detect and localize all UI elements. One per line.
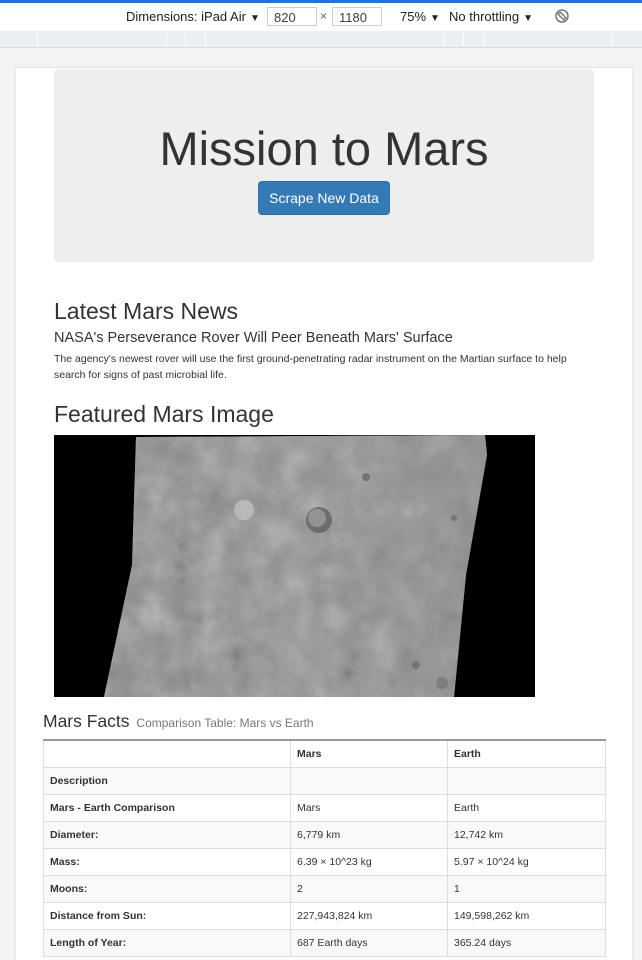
table-cell: Distance from Sun: — [43, 901, 291, 930]
table-cell: 687 Earth days — [290, 928, 448, 957]
devtools-device-toolbar: Dimensions: iPad Air ▼ 820 × 1180 75% ▼ No… — [0, 3, 642, 31]
table-cell: 6.39 × 10^23 kg — [290, 847, 448, 876]
table-cell: 2 — [290, 874, 448, 903]
jumbotron: Mission to Mars Scrape New Data — [54, 69, 594, 262]
zoom-label: 75% — [400, 9, 427, 24]
table-cell: Mass: — [43, 847, 291, 876]
table-cell: 149,598,262 km — [447, 901, 606, 930]
table-row: Diameter: 6,779 km 12,742 km — [43, 820, 606, 849]
table-row: Moons: 2 1 — [43, 874, 606, 903]
height-input[interactable]: 1180 — [332, 7, 382, 26]
device-selector-label: Dimensions: iPad Air — [126, 9, 246, 24]
ruler-tick — [611, 33, 612, 45]
emulated-page-viewport: Mission to Mars Scrape New Data Latest M… — [16, 68, 632, 960]
throttling-selector[interactable]: No throttling ▼ — [449, 9, 533, 24]
ruler-tick — [443, 33, 444, 45]
news-title: NASA's Perseverance Rover Will Peer Bene… — [54, 330, 453, 346]
table-row: Distance from Sun: 227,943,824 km 149,59… — [43, 901, 606, 930]
table-cell: 6,779 km — [290, 820, 448, 849]
facts-heading: Mars Facts Comparison Table: Mars vs Ear… — [43, 711, 314, 732]
table-cell: 12,742 km — [447, 820, 606, 849]
table-cell: Description — [43, 766, 291, 795]
ruler-tick — [185, 33, 186, 45]
news-heading: Latest Mars News — [54, 298, 239, 324]
featured-mars-image[interactable] — [54, 435, 535, 697]
table-cell: 5.97 × 10^24 kg — [447, 847, 606, 876]
table-header-cell: Mars — [290, 739, 448, 768]
table-header-cell — [43, 739, 291, 768]
table-cell: 1 — [447, 874, 606, 903]
table-cell: 365.24 days — [447, 928, 606, 957]
facts-table: Mars Earth Description Mars - Earth Comp… — [43, 739, 606, 957]
ruler-tick — [483, 33, 484, 45]
facts-subtitle: Comparison Table: Mars vs Earth — [136, 716, 314, 730]
scrape-button[interactable]: Scrape New Data — [258, 181, 390, 215]
table-cell — [290, 766, 448, 795]
page-title: Mission to Mars — [159, 122, 489, 175]
table-cell: Earth — [447, 793, 606, 822]
device-selector[interactable]: Dimensions: iPad Air ▼ — [126, 9, 260, 24]
table-row: Description — [43, 766, 606, 795]
rotate-icon[interactable] — [555, 9, 569, 23]
throttling-label: No throttling — [449, 9, 520, 24]
ruler-tick — [166, 33, 167, 45]
mars-surface-image — [54, 435, 535, 697]
table-row: Length of Year: 687 Earth days 365.24 da… — [43, 928, 606, 957]
news-paragraph: The agency's newest rover will use the f… — [54, 353, 567, 381]
featured-heading: Featured Mars Image — [54, 401, 274, 427]
width-input[interactable]: 820 — [267, 7, 317, 26]
table-row: Mars - Earth Comparison Mars Earth — [43, 793, 606, 822]
table-header-row: Mars Earth — [43, 739, 606, 768]
table-cell — [447, 766, 606, 795]
dimension-separator: × — [320, 9, 328, 23]
table-cell: Mars - Earth Comparison — [43, 793, 291, 822]
zoom-selector[interactable]: 75% ▼ — [400, 9, 440, 24]
ruler-tick — [205, 33, 206, 45]
table-row: Mass: 6.39 × 10^23 kg 5.97 × 10^24 kg — [43, 847, 606, 876]
ruler-tick — [463, 33, 464, 45]
ruler-tick — [37, 33, 38, 45]
chevron-down-icon: ▼ — [249, 13, 260, 24]
facts-title: Mars Facts — [43, 711, 130, 731]
table-header-cell: Earth — [447, 739, 606, 768]
table-cell: Mars — [290, 793, 448, 822]
table-cell: 227,943,824 km — [290, 901, 448, 930]
media-query-ruler[interactable] — [0, 31, 642, 48]
table-cell: Diameter: — [43, 820, 291, 849]
table-cell: Length of Year: — [43, 928, 291, 957]
chevron-down-icon: ▼ — [430, 13, 440, 24]
chevron-down-icon: ▼ — [523, 13, 533, 24]
table-cell: Moons: — [43, 874, 291, 903]
